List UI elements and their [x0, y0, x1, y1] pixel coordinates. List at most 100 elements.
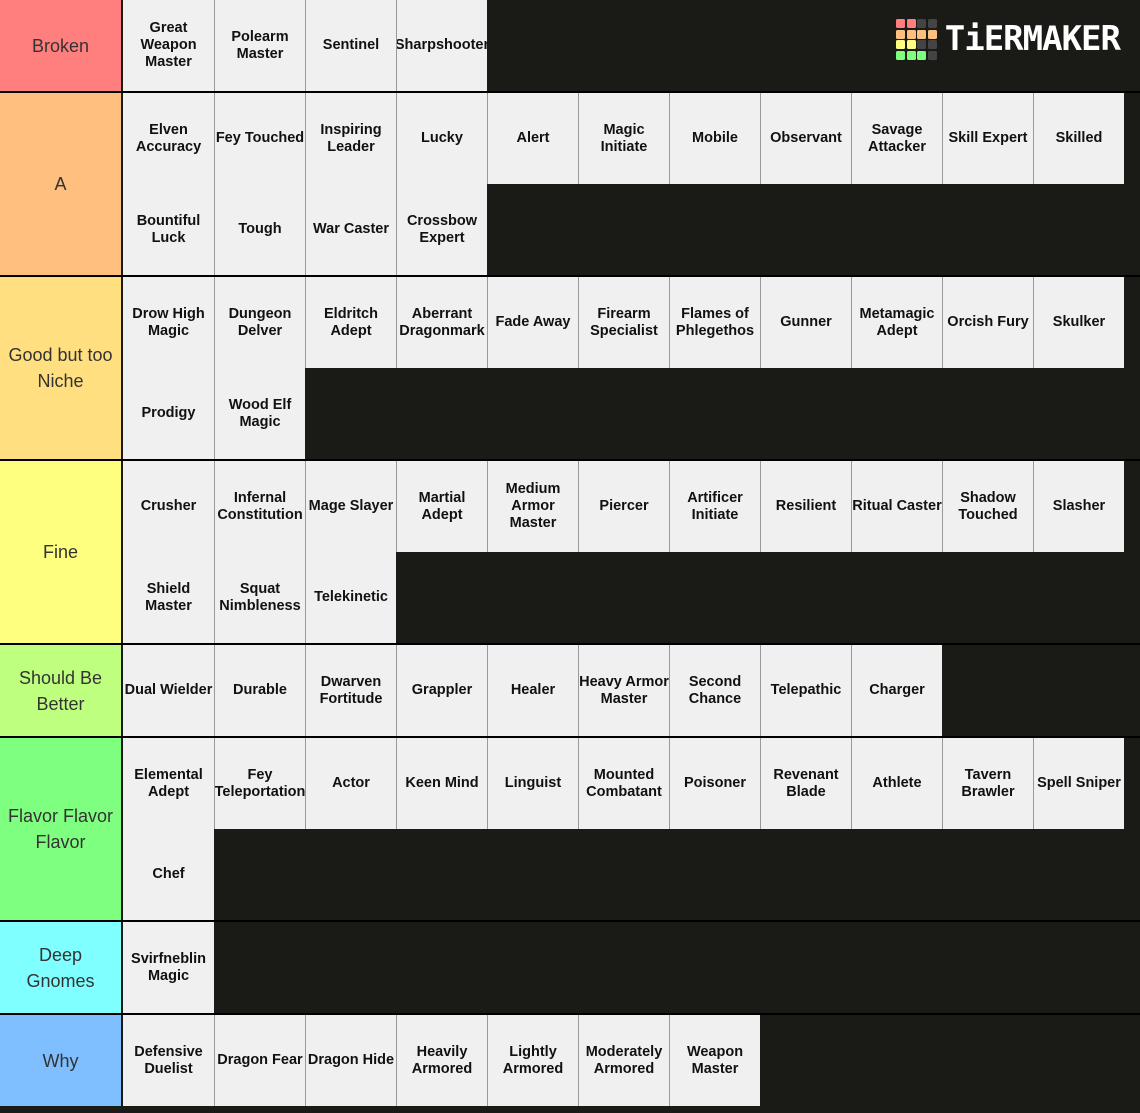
tier-item[interactable]: Bountiful Luck [123, 184, 214, 275]
tier-row: Good but too Niche Drow High Magic Dungeon… [0, 275, 1140, 459]
logo-grid-square [927, 19, 937, 28]
tiermaker-logo: TiERMAKER [896, 19, 1121, 60]
logo-grid-square [896, 40, 906, 49]
tier-item[interactable]: Slasher [1033, 461, 1124, 552]
tier-item[interactable]: Actor [305, 738, 396, 829]
tier-item[interactable]: Spell Sniper [1033, 738, 1124, 829]
tier-item[interactable]: Magic Initiate [578, 93, 669, 184]
tier-item[interactable]: War Caster [305, 184, 396, 275]
tier-item[interactable]: Mobile [669, 93, 760, 184]
tier-item[interactable]: Wood Elf Magic [214, 368, 305, 459]
logo-grid-square [906, 50, 916, 60]
tier-item[interactable]: Chef [123, 829, 214, 920]
tier-item[interactable]: Dragon Fear [214, 1015, 305, 1106]
tier-label[interactable]: Broken [0, 0, 123, 91]
tier-items: Crusher Infernal Constitution Mage Slayer M… [123, 461, 1140, 643]
tier-item[interactable]: Mage Slayer [305, 461, 396, 552]
tier-item[interactable]: Great Weapon Master [123, 0, 214, 91]
tier-item[interactable]: Fade Away [487, 277, 578, 368]
tier-item[interactable]: Crossbow Expert [396, 184, 487, 275]
tier-item[interactable]: Dragon Hide [305, 1015, 396, 1106]
tier-item[interactable]: Dungeon Delver [214, 277, 305, 368]
tier-item[interactable]: Piercer [578, 461, 669, 552]
tier-label[interactable]: Flavor Flavor Flavor [0, 738, 123, 920]
tier-item[interactable]: Eldritch Adept [305, 277, 396, 368]
tier-item[interactable]: Skilled [1033, 93, 1124, 184]
tier-item[interactable]: Inspiring Leader [305, 93, 396, 184]
tier-item[interactable]: Second Chance [669, 645, 760, 736]
tier-row: Why Defensive Duelist Dragon Fear Dragon Hi… [0, 1013, 1140, 1106]
tier-item[interactable]: Healer [487, 645, 578, 736]
tier-item[interactable]: Observant [760, 93, 851, 184]
tier-item[interactable]: Dwarven Fortitude [305, 645, 396, 736]
tier-item[interactable]: Svirfneblin Magic [123, 922, 214, 1013]
tier-item[interactable]: Elven Accuracy [123, 93, 214, 184]
tier-item[interactable]: Durable [214, 645, 305, 736]
tier-item[interactable]: Keen Mind [396, 738, 487, 829]
tier-item[interactable]: Elemental Adept [123, 738, 214, 829]
tier-item[interactable]: Gunner [760, 277, 851, 368]
tier-item[interactable]: Revenant Blade [760, 738, 851, 829]
tier-item[interactable]: Heavy Armor Master [578, 645, 669, 736]
tier-item[interactable]: Skill Expert [942, 93, 1033, 184]
tier-item[interactable]: Lucky [396, 93, 487, 184]
tier-item[interactable]: Squat Nimbleness [214, 552, 305, 643]
tier-item[interactable]: Telekinetic [305, 552, 396, 643]
tier-item[interactable]: Charger [851, 645, 942, 736]
tier-item[interactable]: Prodigy [123, 368, 214, 459]
tier-item[interactable]: Fey Touched [214, 93, 305, 184]
tier-item[interactable]: Moderately Armored [578, 1015, 669, 1106]
tier-item[interactable]: Telepathic [760, 645, 851, 736]
tier-item[interactable]: Alert [487, 93, 578, 184]
tier-items: Svirfneblin Magic [123, 922, 1140, 1013]
tier-item[interactable]: Mounted Combatant [578, 738, 669, 829]
tier-item[interactable]: Martial Adept [396, 461, 487, 552]
tier-item[interactable]: Infernal Constitution [214, 461, 305, 552]
tier-label[interactable]: A [0, 93, 123, 275]
tier-label[interactable]: Why [0, 1015, 123, 1106]
tier-item[interactable]: Shadow Touched [942, 461, 1033, 552]
tier-item[interactable]: Orcish Fury [942, 277, 1033, 368]
tier-item[interactable]: Defensive Duelist [123, 1015, 214, 1106]
tier-item[interactable]: Poisoner [669, 738, 760, 829]
tier-label[interactable]: Fine [0, 461, 123, 643]
tier-item[interactable]: Ritual Caster [851, 461, 942, 552]
tier-item[interactable]: Artificer Initiate [669, 461, 760, 552]
tier-item[interactable]: Shield Master [123, 552, 214, 643]
tier-items: Defensive Duelist Dragon Fear Dragon Hide H… [123, 1015, 1140, 1106]
tiermaker-logo-text: TiERMAKER [944, 19, 1121, 60]
tier-item[interactable]: Crusher [123, 461, 214, 552]
logo-grid-square [917, 19, 927, 28]
tier-item[interactable]: Skulker [1033, 277, 1124, 368]
tier-item[interactable]: Medium Armor Master [487, 461, 578, 552]
tier-item[interactable]: Flames of Phlegethos [669, 277, 760, 368]
logo-grid-square [927, 29, 937, 39]
tier-label[interactable]: Should Be Better [0, 645, 123, 736]
tier-item[interactable]: Dual Wielder [123, 645, 214, 736]
logo-grid-square [906, 19, 916, 28]
tier-item[interactable]: Aberrant Dragonmark [396, 277, 487, 368]
tier-label[interactable]: Deep Gnomes [0, 922, 123, 1013]
tier-item[interactable]: Drow High Magic [123, 277, 214, 368]
logo-grid-square [896, 29, 906, 39]
tier-items: Dual Wielder Durable Dwarven Fortitude Grap… [123, 645, 1140, 736]
tier-item[interactable]: Savage Attacker [851, 93, 942, 184]
tier-item[interactable]: Tavern Brawler [942, 738, 1033, 829]
tier-item[interactable]: Lightly Armored [487, 1015, 578, 1106]
tier-item[interactable]: Resilient [760, 461, 851, 552]
tier-item[interactable]: Heavily Armored [396, 1015, 487, 1106]
tier-item[interactable]: Sentinel [305, 0, 396, 91]
tier-label[interactable]: Good but too Niche [0, 277, 123, 459]
tier-item[interactable]: Sharpshooter [396, 0, 487, 91]
tier-item[interactable]: Polearm Master [214, 0, 305, 91]
tier-item[interactable]: Fey Teleportation [214, 738, 305, 829]
tier-item[interactable]: Weapon Master [669, 1015, 760, 1106]
tier-item[interactable]: Firearm Specialist [578, 277, 669, 368]
tier-item[interactable]: Athlete [851, 738, 942, 829]
tier-item[interactable]: Metamagic Adept [851, 277, 942, 368]
tier-item[interactable]: Linguist [487, 738, 578, 829]
tier-items: Elemental Adept Fey Teleportation Actor Kee… [123, 738, 1140, 920]
logo-grid-square [896, 19, 906, 28]
tier-item[interactable]: Grappler [396, 645, 487, 736]
tier-item[interactable]: Tough [214, 184, 305, 275]
